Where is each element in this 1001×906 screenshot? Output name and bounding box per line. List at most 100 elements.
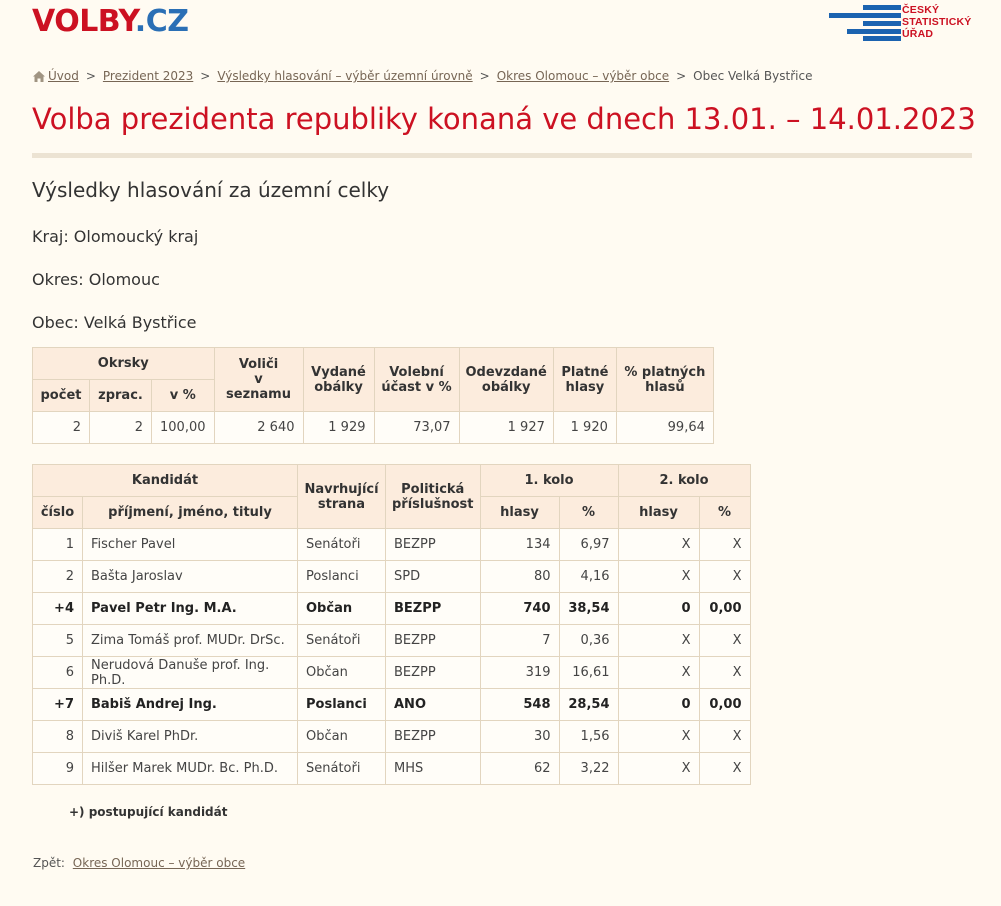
cell-jmeno: Diviš Karel PhDr. bbox=[82, 720, 298, 753]
volby-logo[interactable]: VOLBY.CZ bbox=[32, 4, 189, 39]
header-kolo-1: 1. kolo bbox=[479, 464, 619, 497]
kraj-label: Kraj: Olomoucký kraj bbox=[32, 227, 199, 246]
obec-label: Obec: Velká Bystřice bbox=[32, 313, 197, 332]
cell-hlasy-1: 62 bbox=[479, 752, 560, 785]
header-jmeno: příjmení, jméno, tituly bbox=[82, 496, 298, 529]
csu-logo-text: ČESKÝ STATISTICKÝ ÚŘAD bbox=[902, 4, 972, 40]
cell-jmeno: Babiš Andrej Ing. bbox=[82, 688, 298, 721]
breadcrumb-separator: > bbox=[85, 69, 96, 83]
cell-pct-2: 0,00 bbox=[698, 688, 751, 721]
cell-hlasy-2: 0 bbox=[617, 592, 700, 625]
header-platne-hlasy: Platné hlasy bbox=[552, 347, 617, 412]
logo-part1: VOLBY bbox=[32, 4, 135, 39]
cell-hlasy-1: 740 bbox=[479, 592, 560, 625]
cell-hlasy-2: X bbox=[617, 720, 700, 753]
cell-hlasy-1: 134 bbox=[479, 528, 560, 561]
cell-strana: Senátoři bbox=[297, 624, 386, 657]
header-kandidat: Kandidát bbox=[32, 464, 298, 497]
cell-pct-2: X bbox=[698, 528, 751, 561]
csu-logo[interactable]: ČESKÝ STATISTICKÝ ÚŘAD bbox=[829, 4, 979, 41]
header-pct-2: % bbox=[698, 496, 751, 529]
cell-zprac: 2 bbox=[89, 411, 152, 444]
cell-prislusnost: MHS bbox=[385, 752, 481, 785]
cell-prislusnost: BEZPP bbox=[385, 624, 481, 657]
header-volebni-ucast: Volební účast v % bbox=[373, 347, 460, 412]
cell-jmeno: Pavel Petr Ing. M.A. bbox=[82, 592, 298, 625]
cell-strana: Občan bbox=[297, 720, 386, 753]
cell-strana: Senátoři bbox=[297, 752, 386, 785]
breadcrumb: Úvod > Prezident 2023 > Výsledky hlasová… bbox=[33, 69, 812, 83]
breadcrumb-home-link[interactable]: Úvod bbox=[48, 69, 79, 83]
cell-pct-2: 0,00 bbox=[698, 592, 751, 625]
cell-prislusnost: BEZPP bbox=[385, 720, 481, 753]
cell-volici: 2 640 bbox=[213, 411, 304, 444]
results-table: Kandidát Navrhující strana Politická přísl… bbox=[32, 464, 751, 785]
cell-jmeno: Bašta Jaroslav bbox=[82, 560, 298, 593]
cell-pct-platnych: 99,64 bbox=[615, 411, 714, 444]
cell-strana: Poslanci bbox=[297, 560, 386, 593]
back-link[interactable]: Okres Olomouc – výběr obce bbox=[73, 856, 245, 870]
cell-jmeno: Hilšer Marek MUDr. Bc. Ph.D. bbox=[82, 752, 298, 785]
cell-strana: Senátoři bbox=[297, 528, 386, 561]
back-label: Zpět: bbox=[33, 856, 65, 870]
cell-hlasy-2: X bbox=[617, 560, 700, 593]
cell-cislo: 6 bbox=[32, 656, 83, 689]
header-odevzdane-obalky: Odevzdané obálky bbox=[458, 347, 554, 412]
table-row: 5 Zima Tomáš prof. MUDr. DrSc. Senátoři BEZ… bbox=[32, 624, 751, 657]
breadcrumb-link-okres[interactable]: Okres Olomouc – výběr obce bbox=[497, 69, 669, 83]
cell-hlasy-1: 319 bbox=[479, 656, 560, 689]
results-body: 1 Fischer Pavel Senátoři BEZPP 134 6,97 X X 2 Baš… bbox=[32, 528, 751, 785]
cell-pct-1: 3,22 bbox=[558, 752, 619, 785]
page-title: Volba prezidenta republiky konaná ve dne… bbox=[32, 102, 976, 136]
cell-odevzdane-obalky: 1 927 bbox=[458, 411, 554, 444]
cell-hlasy-1: 30 bbox=[479, 720, 560, 753]
breadcrumb-separator: > bbox=[479, 69, 490, 83]
summary-row: 2 2 100,00 2 640 1 929 73,07 1 927 1 920… bbox=[32, 411, 714, 444]
cell-strana: Občan bbox=[297, 656, 386, 689]
cell-hlasy-2: X bbox=[617, 528, 700, 561]
cell-cislo: +4 bbox=[32, 592, 83, 625]
cell-pct-2: X bbox=[698, 720, 751, 753]
header-pct-1: % bbox=[558, 496, 619, 529]
header-v-pct: v % bbox=[151, 379, 215, 412]
cell-cislo: 5 bbox=[32, 624, 83, 657]
table-row: 2 Bašta Jaroslav Poslanci SPD 80 4,16 X X bbox=[32, 560, 751, 593]
cell-hlasy-2: X bbox=[617, 656, 700, 689]
cell-hlasy-1: 7 bbox=[479, 624, 560, 657]
cell-pct-2: X bbox=[698, 656, 751, 689]
breadcrumb-link-vysledky[interactable]: Výsledky hlasování – výběr územní úrovně bbox=[217, 69, 472, 83]
cell-pct-1: 0,36 bbox=[558, 624, 619, 657]
cell-strana: Poslanci bbox=[297, 688, 386, 721]
cell-prislusnost: BEZPP bbox=[385, 528, 481, 561]
cell-pct-1: 1,56 bbox=[558, 720, 619, 753]
cell-prislusnost: BEZPP bbox=[385, 656, 481, 689]
header-hlasy-2: hlasy bbox=[617, 496, 700, 529]
cell-jmeno: Fischer Pavel bbox=[82, 528, 298, 561]
header-vydane-obalky: Vydané obálky bbox=[302, 347, 375, 412]
cell-cislo: 9 bbox=[32, 752, 83, 785]
cell-pct-2: X bbox=[698, 752, 751, 785]
cell-platne-hlasy: 1 920 bbox=[552, 411, 617, 444]
cell-pct-2: X bbox=[698, 624, 751, 657]
cell-pct-1: 4,16 bbox=[558, 560, 619, 593]
cell-hlasy-1: 548 bbox=[479, 688, 560, 721]
cell-prislusnost: BEZPP bbox=[385, 592, 481, 625]
table-row: +7 Babiš Andrej Ing. Poslanci ANO 548 28,54 0 0… bbox=[32, 688, 751, 721]
header-hlasy-1: hlasy bbox=[479, 496, 560, 529]
okres-label: Okres: Olomouc bbox=[32, 270, 160, 289]
cell-cislo: 2 bbox=[32, 560, 83, 593]
breadcrumb-separator: > bbox=[676, 69, 687, 83]
cell-pocet: 2 bbox=[32, 411, 90, 444]
advancing-note: +) postupující kandidát bbox=[69, 805, 228, 819]
breadcrumb-link-prezident[interactable]: Prezident 2023 bbox=[103, 69, 193, 83]
cell-hlasy-1: 80 bbox=[479, 560, 560, 593]
table-row: 1 Fischer Pavel Senátoři BEZPP 134 6,97 X X bbox=[32, 528, 751, 561]
cell-pct-1: 38,54 bbox=[558, 592, 619, 625]
cell-pct-2: X bbox=[698, 560, 751, 593]
logo-part2: .CZ bbox=[134, 4, 189, 39]
header-volici: Voliči v seznamu bbox=[213, 347, 304, 412]
summary-table: Okrsky Voliči v seznamu Vydané obálky Vole… bbox=[32, 347, 714, 444]
header-zprac: zprac. bbox=[89, 379, 152, 412]
csu-logo-bars bbox=[829, 5, 901, 41]
header-pocet: počet bbox=[32, 379, 90, 412]
